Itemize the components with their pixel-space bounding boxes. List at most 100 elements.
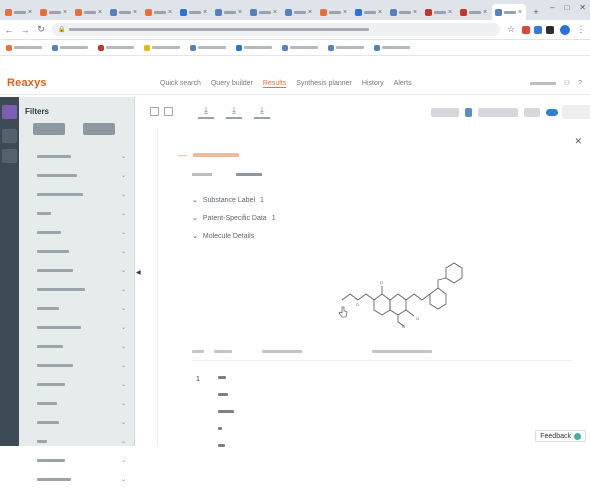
rail-button-3[interactable] — [2, 149, 17, 163]
url-input[interactable]: 🔒 — [52, 23, 500, 36]
sidebar-collapse-arrow-icon[interactable]: ◀ — [136, 270, 141, 276]
toggle-switch[interactable] — [546, 109, 558, 116]
browser-tab[interactable]: × — [457, 4, 491, 20]
funnel-icon[interactable] — [465, 108, 472, 117]
minimize-icon[interactable]: – — [550, 3, 554, 12]
accordion-patent-data[interactable]: ⌄ Patent-Specific Data 1 — [192, 214, 276, 223]
tab-close-icon[interactable]: × — [238, 9, 242, 16]
browser-tab[interactable]: × — [177, 4, 211, 20]
filter-item[interactable]: ⌄ — [19, 432, 135, 451]
tab-close-icon[interactable]: × — [98, 9, 102, 16]
sort-dropdown[interactable] — [478, 108, 518, 117]
accordion-molecule-details[interactable]: ⌄ Molecule Details — [192, 232, 254, 241]
profile-avatar[interactable] — [560, 24, 570, 35]
browser-tab[interactable]: × — [72, 4, 106, 20]
tab-close-icon[interactable]: × — [308, 9, 312, 16]
filter-dropdown[interactable] — [431, 108, 459, 117]
share-icon[interactable]: ⤓ — [250, 105, 274, 119]
select-all-checkbox[interactable] — [150, 107, 159, 116]
filter-item[interactable]: ⌄ — [19, 356, 135, 375]
browser-tab[interactable]: × — [317, 4, 351, 20]
view-dropdown[interactable] — [524, 108, 540, 117]
rail-button-filters[interactable] — [2, 105, 17, 119]
toolbar-list-icon[interactable] — [164, 107, 173, 116]
browser-tab[interactable]: × — [387, 4, 421, 20]
nav-item-alerts[interactable]: Alerts — [394, 80, 412, 88]
browser-tab[interactable]: × — [352, 4, 386, 20]
accordion-substance-label[interactable]: ⌄ Substance Label 1 — [192, 196, 264, 205]
bookmark-item[interactable] — [98, 44, 134, 51]
nav-item-history[interactable]: History — [362, 80, 384, 88]
new-tab-plus-icon[interactable]: + — [531, 7, 541, 17]
filter-item[interactable]: ⌄ — [19, 280, 135, 299]
nav-item-results[interactable]: Results — [262, 80, 287, 88]
bookmark-item[interactable] — [374, 44, 410, 51]
filter-item[interactable]: ⌄ — [19, 147, 135, 166]
bookmark-item[interactable] — [236, 44, 272, 51]
bookmark-star-icon[interactable]: ☆ — [506, 24, 516, 35]
close-window-icon[interactable]: ✕ — [579, 3, 586, 12]
extension-icon[interactable] — [534, 25, 542, 34]
tab-close-icon[interactable]: × — [483, 9, 487, 16]
tab-close-icon[interactable]: × — [63, 9, 67, 16]
tab-close-icon[interactable]: × — [448, 9, 452, 16]
browser-tab[interactable]: × — [107, 4, 141, 20]
filter-item[interactable]: ⌄ — [19, 185, 135, 204]
filter-item[interactable]: ⌄ — [19, 413, 135, 432]
filter-item[interactable]: ⌄ — [19, 261, 135, 280]
browser-menu-icon[interactable]: ⋮ — [576, 24, 586, 35]
reaxys-logo[interactable]: Reaxys — [7, 77, 47, 89]
tab-close-icon[interactable]: × — [168, 9, 172, 16]
maximize-icon[interactable]: □ — [564, 3, 569, 12]
bookmark-item[interactable] — [328, 44, 364, 51]
tab-close-icon[interactable]: × — [378, 9, 382, 16]
reload-icon[interactable]: ↻ — [36, 24, 46, 35]
filters-apply-button[interactable] — [33, 123, 65, 135]
filter-item[interactable]: ⌄ — [19, 470, 135, 489]
filter-item[interactable]: ⌄ — [19, 318, 135, 337]
forward-arrow-icon[interactable]: → — [20, 25, 30, 35]
user-name[interactable] — [529, 81, 556, 85]
browser-tab[interactable]: × — [247, 4, 281, 20]
back-arrow-icon[interactable]: ← — [4, 25, 14, 35]
tab-close-icon[interactable]: × — [203, 9, 207, 16]
toolbar-end-button[interactable] — [562, 105, 590, 119]
download-icon[interactable]: ⤓ — [194, 105, 218, 119]
export-icon[interactable]: ⤓ — [222, 105, 246, 119]
collapse-icon[interactable]: — — [178, 150, 187, 160]
feedback-button[interactable]: Feedback — [535, 430, 586, 442]
filter-item[interactable]: ⌄ — [19, 242, 135, 261]
filter-item[interactable]: ⌄ — [19, 204, 135, 223]
extension-icon[interactable] — [522, 25, 530, 34]
bookmark-item[interactable] — [190, 44, 226, 51]
browser-tab[interactable]: × — [422, 4, 456, 20]
rail-button-2[interactable] — [2, 129, 17, 143]
filter-item[interactable]: ⌄ — [19, 166, 135, 185]
record-title[interactable]: — — [178, 150, 239, 160]
browser-tab[interactable]: × — [2, 4, 36, 20]
filter-item[interactable]: ⌄ — [19, 337, 135, 356]
nav-item-query-builder[interactable]: Query builder — [211, 80, 253, 88]
tab-close-icon[interactable]: × — [343, 9, 347, 16]
filter-item[interactable]: ⌄ — [19, 394, 135, 413]
tab-close-icon[interactable]: × — [273, 9, 277, 16]
tab-close-icon[interactable]: × — [28, 9, 32, 16]
bookmark-item[interactable] — [282, 44, 318, 51]
bookmark-item[interactable] — [52, 44, 88, 51]
user-icon[interactable]: ⚇ — [564, 79, 570, 87]
tab-close-icon[interactable]: × — [413, 9, 417, 16]
filter-item[interactable]: ⌄ — [19, 375, 135, 394]
close-panel-icon[interactable]: ✕ — [574, 136, 582, 147]
filter-item[interactable]: ⌄ — [19, 299, 135, 318]
browser-tab[interactable]: × — [142, 4, 176, 20]
filters-clear-button[interactable] — [83, 123, 115, 135]
tab-close-icon[interactable]: × — [133, 9, 137, 16]
browser-tab[interactable]: × — [37, 4, 71, 20]
help-icon[interactable]: ? — [578, 80, 582, 87]
extension-icon[interactable] — [546, 25, 554, 34]
browser-tab[interactable]: × — [492, 4, 526, 20]
filter-item[interactable]: ⌄ — [19, 451, 135, 470]
tab-close-icon[interactable]: × — [518, 9, 522, 16]
nav-item-synthesis-planner[interactable]: Synthesis planner — [296, 80, 352, 88]
bookmark-item[interactable] — [144, 44, 180, 51]
